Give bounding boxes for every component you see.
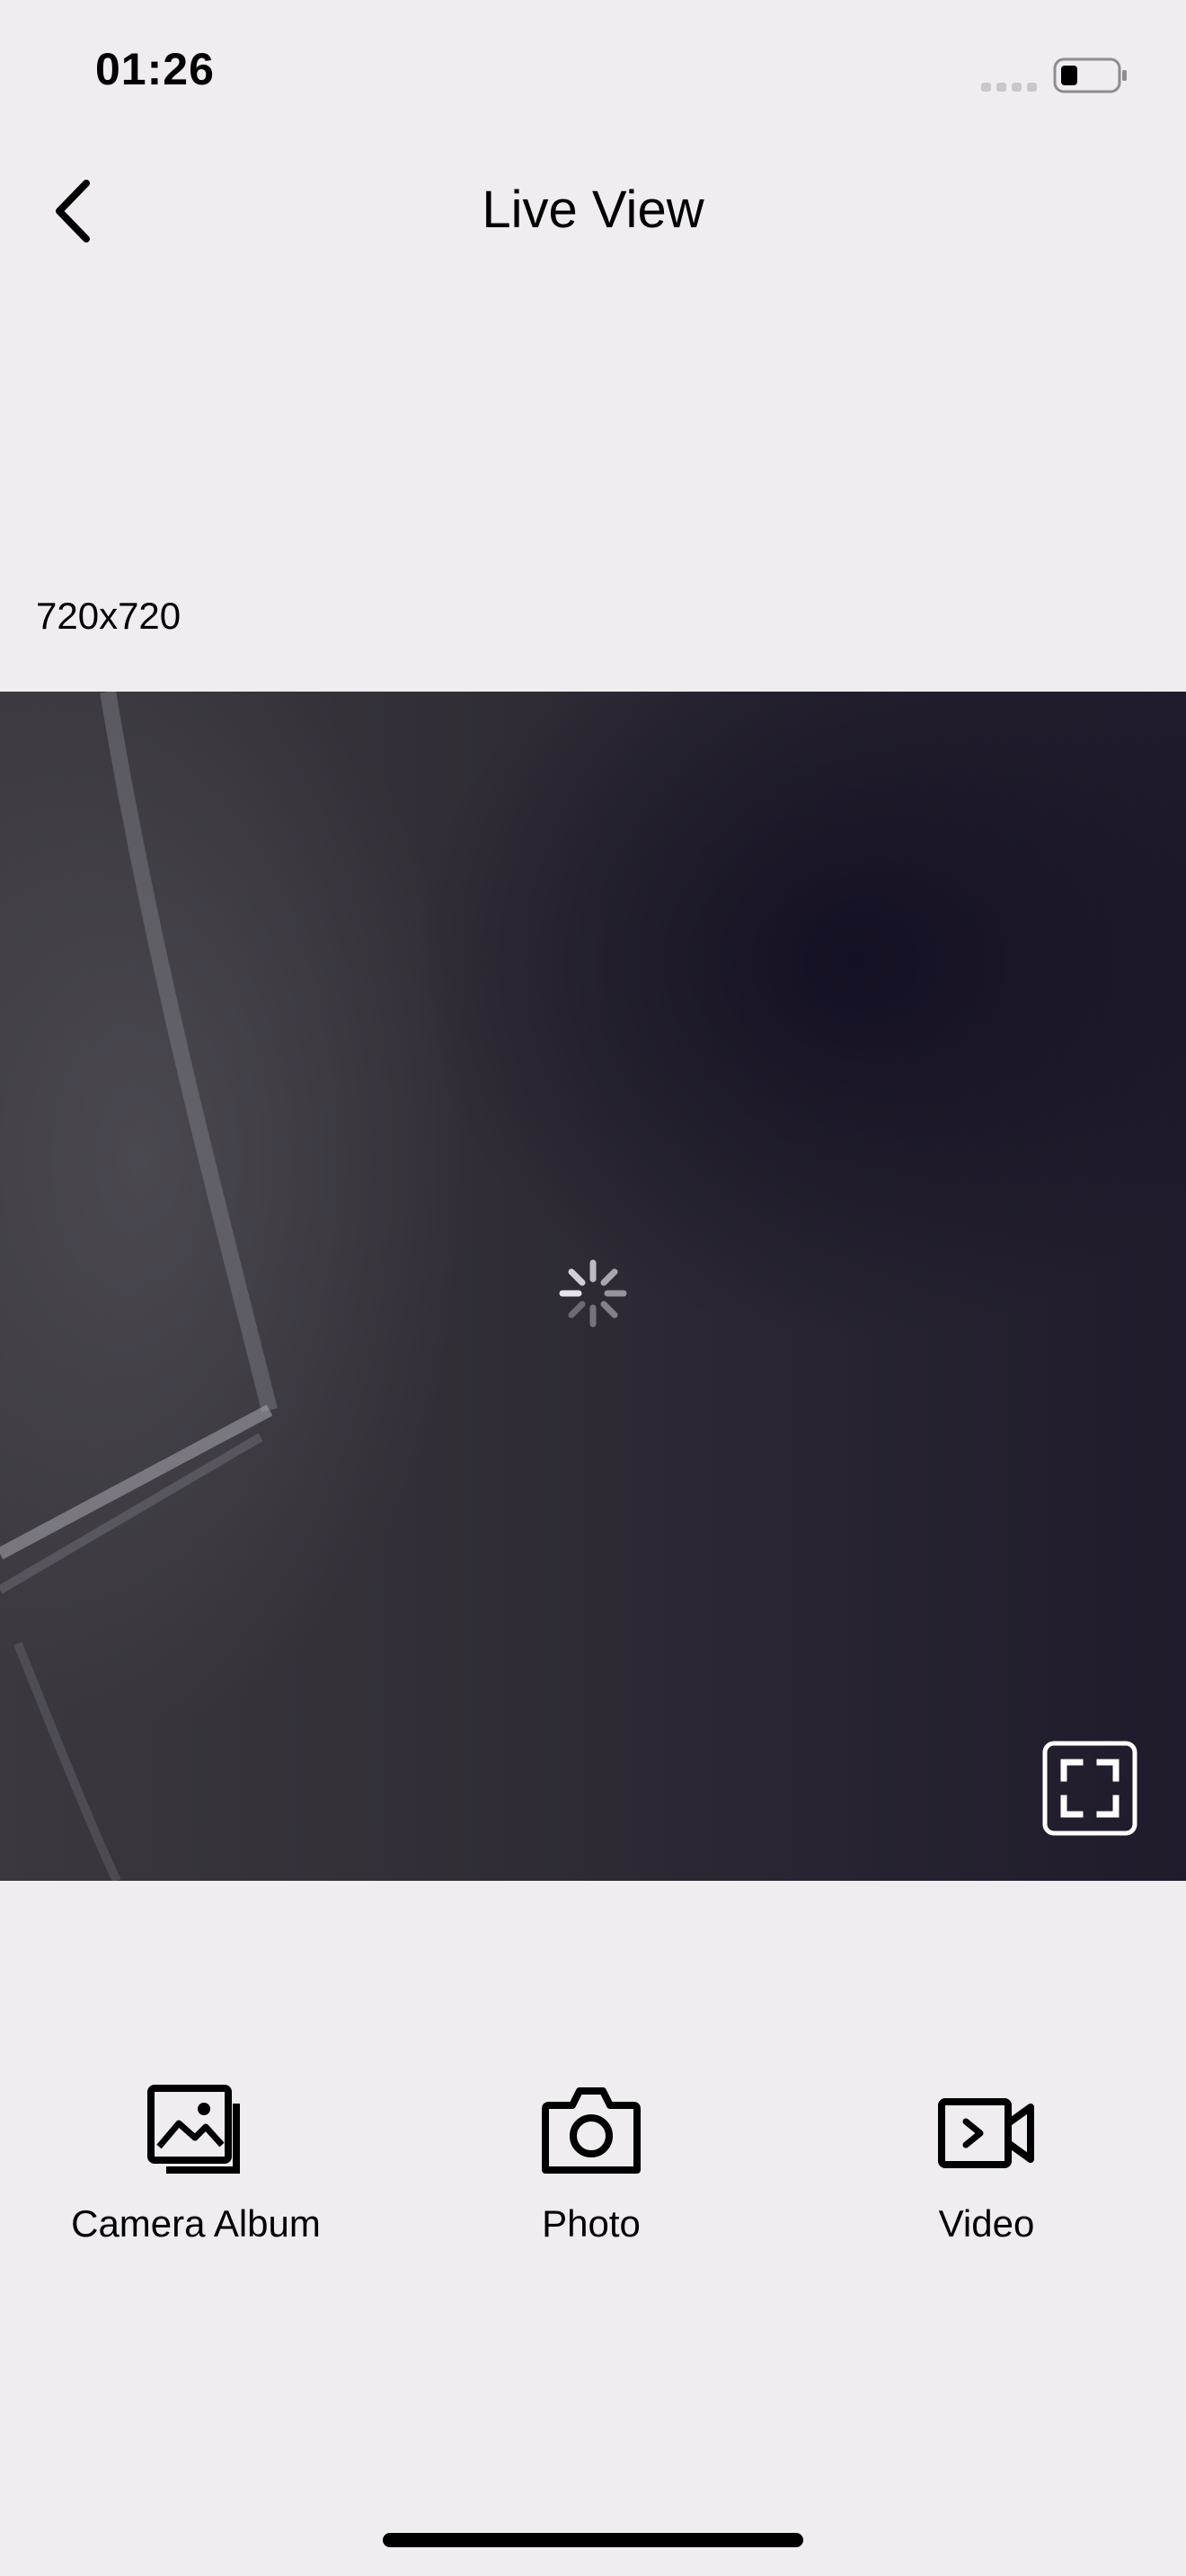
home-indicator[interactable] <box>383 2533 803 2547</box>
photo-button[interactable]: Photo <box>429 2084 753 2245</box>
video-icon <box>938 2098 1034 2168</box>
video-button[interactable]: Video <box>825 2084 1148 2245</box>
album-icon <box>147 2085 240 2174</box>
camera-album-button[interactable]: Camera Album <box>34 2084 358 2245</box>
camera-album-label: Camera Album <box>71 2202 321 2245</box>
signal-icon <box>981 83 1037 92</box>
page-title: Live View <box>482 181 704 239</box>
video-label: Video <box>938 2202 1035 2245</box>
status-time: 01:26 <box>95 44 215 94</box>
photo-label: Photo <box>542 2202 641 2245</box>
camera-icon <box>542 2087 641 2174</box>
battery-icon <box>1053 57 1127 93</box>
resolution-label: 720x720 <box>36 595 181 637</box>
spinner-icon <box>559 1259 627 1328</box>
fullscreen-button[interactable] <box>1042 1741 1137 1836</box>
